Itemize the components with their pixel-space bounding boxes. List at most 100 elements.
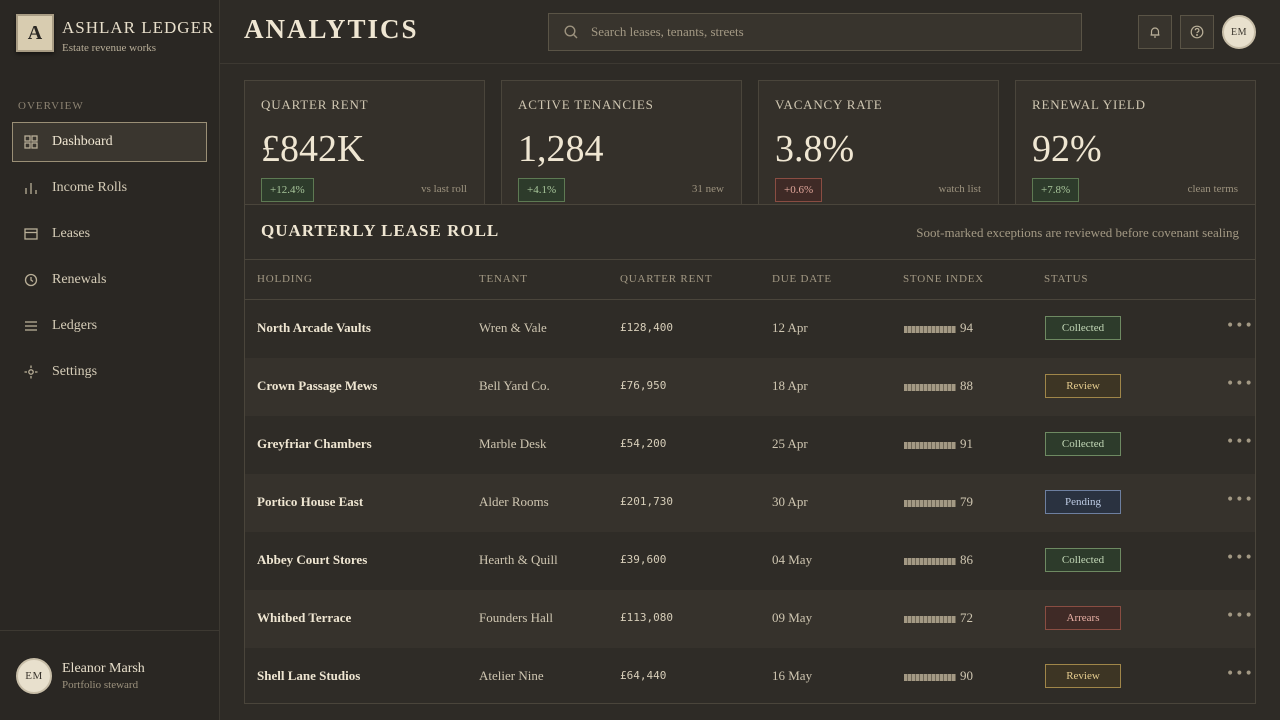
stat-card-renewal-yield: RENEWAL YIELD 92% +7.8% clean terms <box>1015 80 1256 210</box>
more-options-icon[interactable]: ••• <box>1226 492 1254 508</box>
holding-cell: North Arcade Vaults <box>257 320 371 335</box>
stat-card-quarter-rent: QUARTER RENT £842K +12.4% vs last roll <box>244 80 485 210</box>
due-date-cell: 12 Apr <box>772 320 808 335</box>
brand-title: ASHLAR LEDGER <box>62 18 215 37</box>
stone-index-value: 72 <box>960 610 973 625</box>
sidebar-item-ledgers[interactable]: Ledgers <box>12 306 207 346</box>
top-header: ANALYTICS EM <box>220 0 1280 64</box>
sidebar-item-renewals[interactable]: Renewals <box>12 260 207 300</box>
header-avatar[interactable]: EM <box>1222 15 1256 49</box>
user-role: Portfolio steward <box>62 678 139 691</box>
column-header-status[interactable]: STATUS <box>1044 273 1088 285</box>
more-options-icon[interactable]: ••• <box>1226 434 1254 450</box>
avatar: EM <box>16 657 52 694</box>
stat-card-vacancy-rate: VACANCY RATE 3.8% +0.6% watch list <box>758 80 999 210</box>
stone-index-value: 91 <box>960 436 973 451</box>
table-row[interactable]: Whitbed Terrace Founders Hall £113,080 0… <box>245 590 1255 648</box>
stat-delta-badge: +0.6% <box>775 178 823 202</box>
brand[interactable]: A ASHLAR LEDGER Estate revenue works <box>16 14 214 54</box>
table-row[interactable]: Portico House East Alder Rooms £201,730 … <box>245 474 1255 532</box>
sidebar-item-label: Dashboard <box>52 134 113 149</box>
more-options-icon[interactable]: ••• <box>1226 550 1254 566</box>
grid-icon <box>24 135 38 149</box>
column-header-due-date[interactable]: DUE DATE <box>772 273 832 285</box>
search-icon <box>563 24 579 40</box>
stat-delta-badge: +7.8% <box>1032 178 1080 202</box>
more-options-icon[interactable]: ••• <box>1226 318 1254 334</box>
holding-cell: Greyfriar Chambers <box>257 436 372 451</box>
stone-index-value: 90 <box>960 668 973 683</box>
status-badge: Collected <box>1045 432 1121 456</box>
status-badge: Review <box>1045 374 1121 398</box>
stone-index-value: 86 <box>960 552 973 567</box>
status-badge: Collected <box>1045 316 1121 340</box>
brand-subtitle: Estate revenue works <box>62 42 157 54</box>
rent-cell: £201,730 <box>620 495 673 508</box>
due-date-cell: 18 Apr <box>772 378 808 393</box>
holding-cell: Whitbed Terrace <box>257 610 352 625</box>
table-row[interactable]: North Arcade Vaults Wren & Vale £128,400… <box>245 300 1255 358</box>
bell-icon <box>1148 25 1162 39</box>
column-header-holding[interactable]: HOLDING <box>257 273 313 285</box>
column-header-stone-index[interactable]: STONE INDEX <box>903 273 984 285</box>
brand-logo: A <box>16 14 54 52</box>
due-date-cell: 16 May <box>772 668 813 683</box>
rent-cell: £39,600 <box>620 553 667 566</box>
search-box[interactable] <box>548 13 1082 51</box>
list-icon <box>24 319 38 333</box>
due-date-cell: 30 Apr <box>772 494 808 509</box>
more-options-icon[interactable]: ••• <box>1226 376 1254 392</box>
stat-label: ACTIVE TENANCIES <box>518 97 654 112</box>
notifications-button[interactable] <box>1138 15 1172 49</box>
sidebar-item-label: Leases <box>52 226 91 241</box>
table-row[interactable]: Crown Passage Mews Bell Yard Co. £76,950… <box>245 358 1255 416</box>
stat-note: watch list <box>938 183 981 195</box>
table-header: HOLDING TENANT QUARTER RENT DUE DATE STO… <box>245 260 1255 300</box>
stat-label: VACANCY RATE <box>775 97 883 112</box>
stat-delta-badge: +4.1% <box>518 178 566 202</box>
holding-cell: Abbey Court Stores <box>257 552 368 567</box>
card-icon <box>24 227 38 241</box>
panel-title: QUARTERLY LEASE ROLL <box>261 221 500 240</box>
stone-index-bar <box>904 500 956 507</box>
more-options-icon[interactable]: ••• <box>1226 608 1254 624</box>
table-row[interactable]: Abbey Court Stores Hearth & Quill £39,60… <box>245 532 1255 590</box>
rent-cell: £54,200 <box>620 437 667 450</box>
sidebar-item-leases[interactable]: Leases <box>12 214 207 254</box>
column-header-tenant[interactable]: TENANT <box>479 273 528 285</box>
sidebar-item-label: Income Rolls <box>52 180 128 195</box>
column-header-quarter-rent[interactable]: QUARTER RENT <box>620 273 712 285</box>
stat-delta-badge: +12.4% <box>261 178 314 202</box>
search-input[interactable] <box>591 24 1071 40</box>
stone-index-value: 79 <box>960 494 973 509</box>
holding-cell: Shell Lane Studios <box>257 668 361 683</box>
stone-index-bar <box>904 384 956 391</box>
stone-index-bar <box>904 616 956 623</box>
page-title: ANALYTICS <box>244 14 419 44</box>
more-options-icon[interactable]: ••• <box>1226 666 1254 682</box>
sidebar-item-dashboard[interactable]: Dashboard <box>12 122 207 162</box>
due-date-cell: 25 Apr <box>772 436 808 451</box>
stat-value: 1,284 <box>518 128 604 170</box>
rent-cell: £113,080 <box>620 611 673 624</box>
status-badge: Collected <box>1045 548 1121 572</box>
table-row[interactable]: Shell Lane Studios Atelier Nine £64,440 … <box>245 648 1255 706</box>
user-profile[interactable]: EM Eleanor Marsh Portfolio steward <box>0 630 219 720</box>
rent-cell: £76,950 <box>620 379 667 392</box>
holding-cell: Crown Passage Mews <box>257 378 378 393</box>
stat-label: RENEWAL YIELD <box>1032 97 1146 112</box>
sidebar-item-settings[interactable]: Settings <box>12 352 207 392</box>
stat-note: vs last roll <box>421 183 467 195</box>
rent-cell: £128,400 <box>620 321 673 334</box>
sidebar-item-income-rolls[interactable]: Income Rolls <box>12 168 207 208</box>
table-row[interactable]: Greyfriar Chambers Marble Desk £54,200 2… <box>245 416 1255 474</box>
lease-roll-panel: QUARTERLY LEASE ROLL Soot-marked excepti… <box>244 204 1256 704</box>
stat-value: 3.8% <box>775 128 855 170</box>
tenant-cell: Founders Hall <box>479 610 554 625</box>
clock-icon <box>24 273 38 287</box>
stone-index-bar <box>904 558 956 565</box>
sidebar-nav: Dashboard Income Rolls Leases Renewals L… <box>12 122 207 398</box>
help-button[interactable] <box>1180 15 1214 49</box>
stone-index-bar <box>904 442 956 449</box>
tenant-cell: Atelier Nine <box>479 668 544 683</box>
